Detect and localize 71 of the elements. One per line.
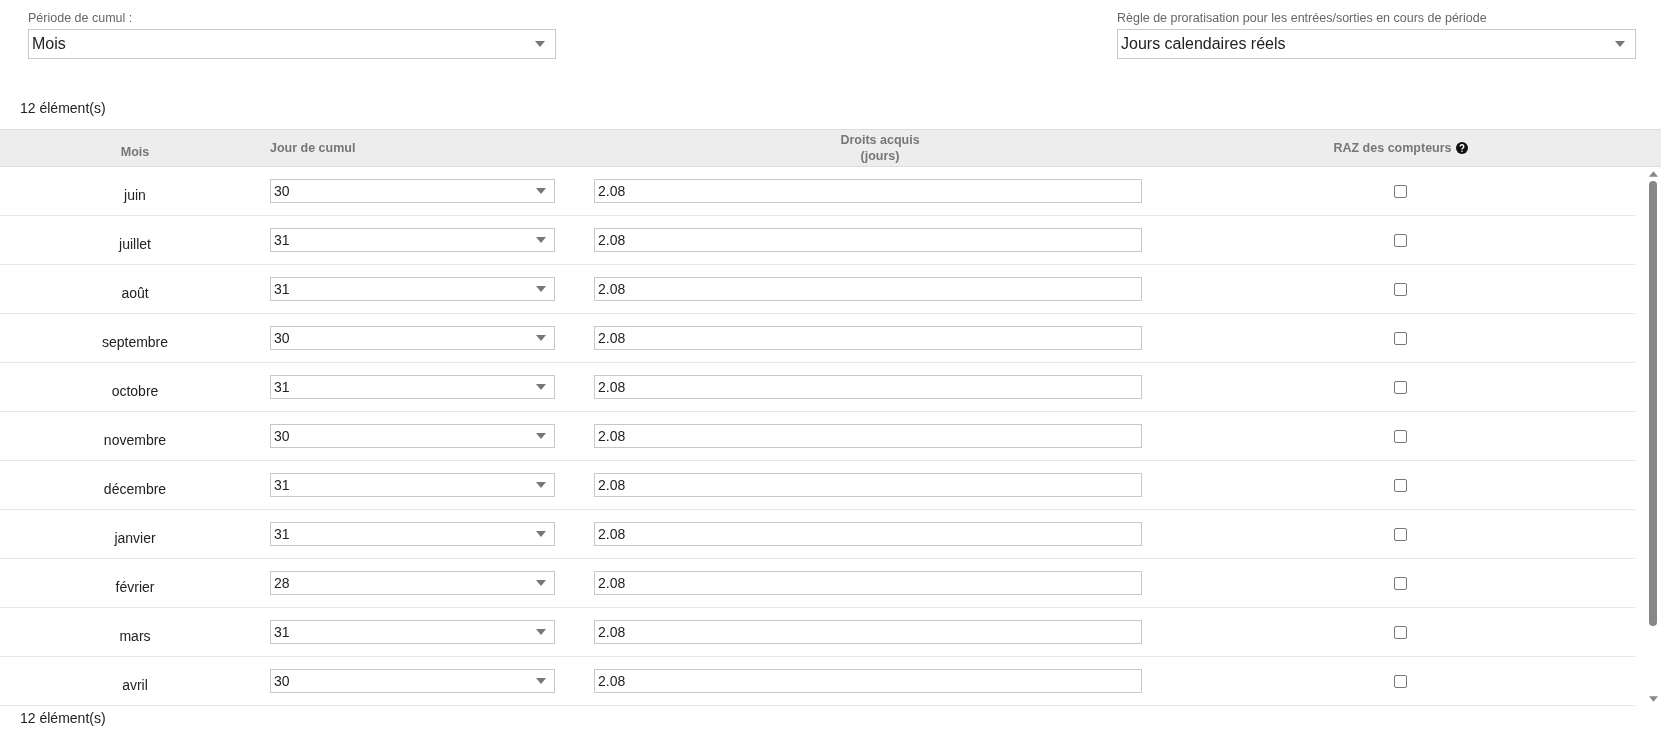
month-cell: juillet <box>119 236 151 252</box>
column-header: Droits acquis (jours) <box>840 132 920 164</box>
rights-input[interactable]: 2.08 <box>594 669 1142 693</box>
column-header: RAZ des compteurs <box>1333 140 1452 156</box>
rights-input[interactable]: 2.08 <box>594 571 1142 595</box>
caret-icon <box>536 531 546 537</box>
rights-input[interactable]: 2.08 <box>594 473 1142 497</box>
caret-icon <box>536 237 546 243</box>
day-dropdown[interactable]: 30 <box>270 424 555 448</box>
day-dropdown[interactable]: 28 <box>270 571 555 595</box>
caret-icon <box>536 629 546 635</box>
month-cell: février <box>115 579 155 595</box>
help-icon[interactable] <box>1455 142 1468 154</box>
reset-checkbox[interactable] <box>1394 331 1407 345</box>
caret-icon <box>1615 41 1625 47</box>
day-dropdown[interactable]: 31 <box>270 375 555 399</box>
rights-input[interactable]: 2.08 <box>594 277 1142 301</box>
field-label: Règle de proratisation pour les entrées/sorties en cours de période <box>1117 11 1487 25</box>
dropdown-field[interactable]: Mois <box>28 29 556 59</box>
rights-input[interactable]: 2.08 <box>594 375 1142 399</box>
reset-checkbox[interactable] <box>1394 282 1407 296</box>
day-dropdown[interactable]: 31 <box>270 277 555 301</box>
day-dropdown[interactable]: 31 <box>270 620 555 644</box>
caret-icon <box>535 41 545 47</box>
column-header: Mois <box>120 144 150 160</box>
item-count: 12 élément(s) <box>20 100 106 118</box>
month-cell: juin <box>124 187 146 203</box>
reset-checkbox[interactable] <box>1394 478 1407 492</box>
rights-input[interactable]: 2.08 <box>594 228 1142 252</box>
month-cell: janvier <box>114 530 156 546</box>
reset-checkbox[interactable] <box>1394 576 1407 590</box>
column-header: Jour de cumul <box>270 140 356 156</box>
month-cell: novembre <box>103 432 167 448</box>
dropdown-field[interactable]: Jours calendaires réels <box>1117 29 1636 59</box>
scroll-up-icon[interactable] <box>1648 171 1658 177</box>
day-dropdown[interactable]: 31 <box>270 522 555 546</box>
caret-icon <box>536 433 546 439</box>
caret-icon <box>536 286 546 292</box>
day-dropdown[interactable]: 30 <box>270 326 555 350</box>
day-dropdown[interactable]: 30 <box>270 179 555 203</box>
reset-checkbox[interactable] <box>1394 674 1407 688</box>
field-label: Période de cumul : <box>28 11 133 25</box>
month-cell: décembre <box>103 481 167 497</box>
month-cell: août <box>121 285 149 301</box>
day-dropdown[interactable]: 30 <box>270 669 555 693</box>
reset-checkbox[interactable] <box>1394 527 1407 541</box>
reset-checkbox[interactable] <box>1394 380 1407 394</box>
rights-input[interactable]: 2.08 <box>594 620 1142 644</box>
scroll-thumb[interactable] <box>1649 181 1657 626</box>
rights-input[interactable]: 2.08 <box>594 522 1142 546</box>
caret-icon <box>536 335 546 341</box>
rights-input[interactable]: 2.08 <box>594 179 1142 203</box>
month-cell: octobre <box>111 383 159 399</box>
reset-checkbox[interactable] <box>1394 429 1407 443</box>
month-cell: septembre <box>101 334 169 350</box>
caret-icon <box>536 188 546 194</box>
day-dropdown[interactable]: 31 <box>270 473 555 497</box>
reset-checkbox[interactable] <box>1394 625 1407 639</box>
item-count: 12 élément(s) <box>20 710 106 728</box>
caret-icon <box>536 482 546 488</box>
month-cell: avril <box>122 677 148 693</box>
caret-icon <box>536 580 546 586</box>
month-cell: mars <box>119 628 151 644</box>
caret-icon <box>536 384 546 390</box>
day-dropdown[interactable]: 31 <box>270 228 555 252</box>
rights-input[interactable]: 2.08 <box>594 424 1142 448</box>
reset-checkbox[interactable] <box>1394 184 1407 198</box>
rights-input[interactable]: 2.08 <box>594 326 1142 350</box>
caret-icon <box>536 678 546 684</box>
reset-checkbox[interactable] <box>1394 233 1407 247</box>
scroll-down-icon[interactable] <box>1648 696 1658 702</box>
